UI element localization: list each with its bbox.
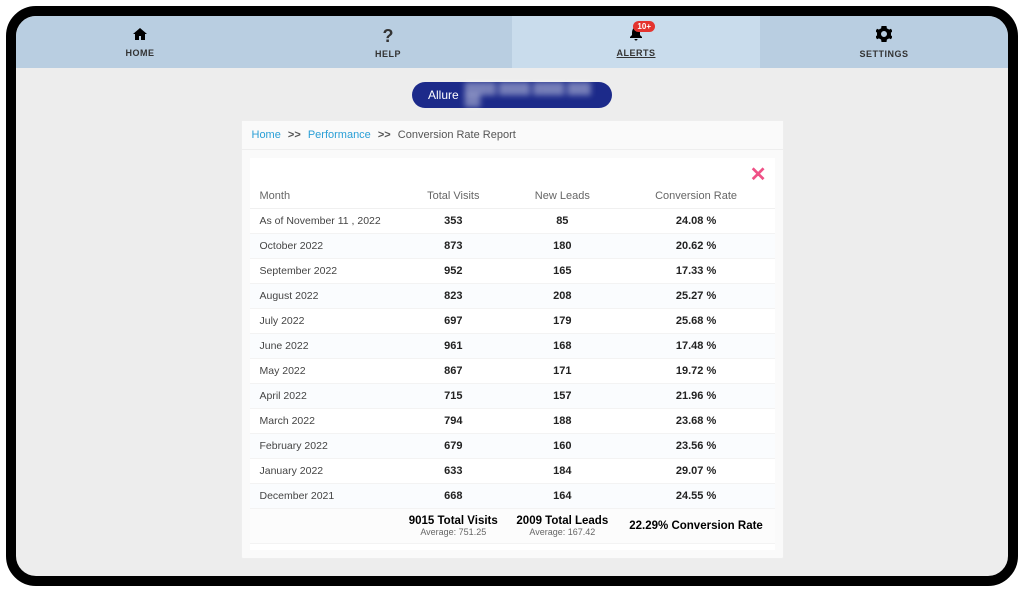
location-pill[interactable]: Allure ████ ████ ████ ███ ██ [412,82,612,108]
nav-settings-label: SETTINGS [859,49,908,59]
pill-label: Allure [428,88,459,102]
summary-leads-avg: Average: 167.42 [511,527,614,537]
cell-rate: 17.48 % [618,334,775,359]
device-frame: HOME ? HELP 10+ ALERTS SETTINGS Allure █… [6,6,1018,586]
summary-visits-total: 9015 Total Visits [404,515,504,527]
gear-icon [876,26,892,47]
alert-badge: 10+ [633,21,655,32]
cell-leads: 157 [507,384,618,409]
breadcrumb-sep: >> [378,129,391,141]
nav-home-label: HOME [126,48,155,58]
cell-month: January 2022 [250,459,400,484]
cell-leads: 85 [507,209,618,234]
cell-leads: 179 [507,309,618,334]
cell-leads: 160 [507,434,618,459]
table-row: As of November 11 , 20223538524.08 % [250,209,775,234]
panel: Home >> Performance >> Conversion Rate R… [241,120,784,559]
cell-rate: 29.07 % [618,459,775,484]
cell-visits: 952 [400,259,508,284]
cell-month: September 2022 [250,259,400,284]
cell-visits: 873 [400,234,508,259]
cell-rate: 24.08 % [618,209,775,234]
table-row: July 202269717925.68 % [250,309,775,334]
table-row: October 202287318020.62 % [250,234,775,259]
nav-alerts[interactable]: 10+ ALERTS [512,16,760,68]
col-visits: Total Visits [400,184,508,209]
nav-home[interactable]: HOME [16,16,264,68]
cell-month: July 2022 [250,309,400,334]
cell-month: As of November 11 , 2022 [250,209,400,234]
breadcrumb-sep: >> [288,129,301,141]
table-row: January 202263318429.07 % [250,459,775,484]
cell-month: December 2021 [250,484,400,509]
report-table: Month Total Visits New Leads Conversion … [250,184,775,544]
cell-leads: 180 [507,234,618,259]
cell-visits: 823 [400,284,508,309]
home-icon [132,27,148,46]
cell-rate: 25.27 % [618,284,775,309]
cell-leads: 208 [507,284,618,309]
cell-rate: 20.62 % [618,234,775,259]
cell-leads: 184 [507,459,618,484]
cell-month: August 2022 [250,284,400,309]
col-leads: New Leads [507,184,618,209]
cell-visits: 794 [400,409,508,434]
content-area: Allure ████ ████ ████ ███ ██ Home >> Per… [16,68,1008,559]
cell-rate: 23.56 % [618,434,775,459]
table-row: June 202296116817.48 % [250,334,775,359]
cell-month: February 2022 [250,434,400,459]
nav-alerts-label: ALERTS [617,48,656,58]
summary-rate: 22.29% Conversion Rate [622,520,771,532]
col-month: Month [250,184,400,209]
cell-leads: 168 [507,334,618,359]
cell-leads: 165 [507,259,618,284]
cell-rate: 17.33 % [618,259,775,284]
table-row: August 202282320825.27 % [250,284,775,309]
bell-icon: 10+ [629,26,643,46]
col-rate: Conversion Rate [618,184,775,209]
table-row: February 202267916023.56 % [250,434,775,459]
breadcrumb-current: Conversion Rate Report [398,129,516,141]
pill-sub: ████ ████ ████ ███ ██ [465,83,596,107]
breadcrumb-home[interactable]: Home [252,129,281,141]
cell-month: April 2022 [250,384,400,409]
cell-month: May 2022 [250,359,400,384]
question-icon: ? [383,26,394,47]
summary-leads-total: 2009 Total Leads [511,515,614,527]
breadcrumb: Home >> Performance >> Conversion Rate R… [242,121,783,150]
cell-visits: 668 [400,484,508,509]
cell-leads: 188 [507,409,618,434]
top-nav: HOME ? HELP 10+ ALERTS SETTINGS [16,16,1008,68]
cell-rate: 25.68 % [618,309,775,334]
cell-rate: 19.72 % [618,359,775,384]
cell-visits: 961 [400,334,508,359]
cell-rate: 24.55 % [618,484,775,509]
table-row: December 202166816424.55 % [250,484,775,509]
cell-visits: 697 [400,309,508,334]
summary-visits-avg: Average: 751.25 [404,527,504,537]
breadcrumb-performance[interactable]: Performance [308,129,371,141]
nav-settings[interactable]: SETTINGS [760,16,1008,68]
cell-month: June 2022 [250,334,400,359]
cell-leads: 164 [507,484,618,509]
cell-visits: 679 [400,434,508,459]
table-row: March 202279418823.68 % [250,409,775,434]
nav-help[interactable]: ? HELP [264,16,512,68]
cell-visits: 867 [400,359,508,384]
cell-visits: 715 [400,384,508,409]
cell-leads: 171 [507,359,618,384]
cell-month: March 2022 [250,409,400,434]
nav-help-label: HELP [375,49,401,59]
cell-visits: 353 [400,209,508,234]
cell-rate: 23.68 % [618,409,775,434]
cell-rate: 21.96 % [618,384,775,409]
table-row: September 202295216517.33 % [250,259,775,284]
table-row: May 202286717119.72 % [250,359,775,384]
table-row: April 202271515721.96 % [250,384,775,409]
cell-month: October 2022 [250,234,400,259]
report-card: ✕ Month Total Visits New Leads Conversio… [250,158,775,550]
summary-row: 9015 Total Visits Average: 751.25 2009 T… [250,509,775,544]
cell-visits: 633 [400,459,508,484]
close-icon[interactable]: ✕ [750,162,767,187]
